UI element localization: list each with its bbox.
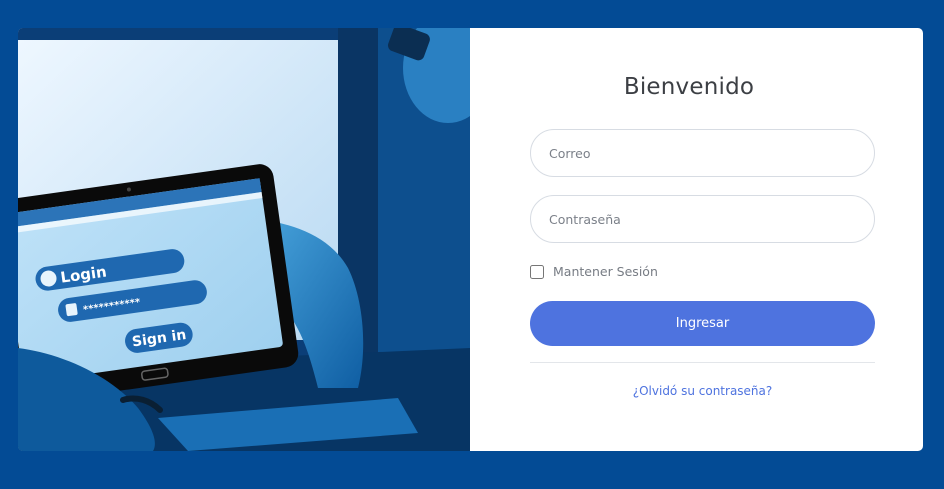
hero-image: Login *********** Sign in xyxy=(18,28,470,451)
submit-button[interactable]: Ingresar xyxy=(530,301,875,346)
forgot-password-link[interactable]: ¿Olvidó su contraseña? xyxy=(530,384,875,398)
hero-illustration: Login *********** Sign in xyxy=(18,28,470,451)
page-title: Bienvenido xyxy=(623,74,755,100)
password-field[interactable] xyxy=(530,195,875,243)
remember-session[interactable]: Mantener Sesión xyxy=(530,264,658,279)
remember-label: Mantener Sesión xyxy=(553,264,658,279)
divider xyxy=(530,362,875,363)
login-card: Login *********** Sign in Bienvenido Man… xyxy=(18,28,923,451)
remember-checkbox[interactable] xyxy=(530,264,544,279)
email-field[interactable] xyxy=(530,129,875,177)
login-form: Bienvenido Mantener Sesión Ingresar ¿Olv… xyxy=(470,28,923,451)
